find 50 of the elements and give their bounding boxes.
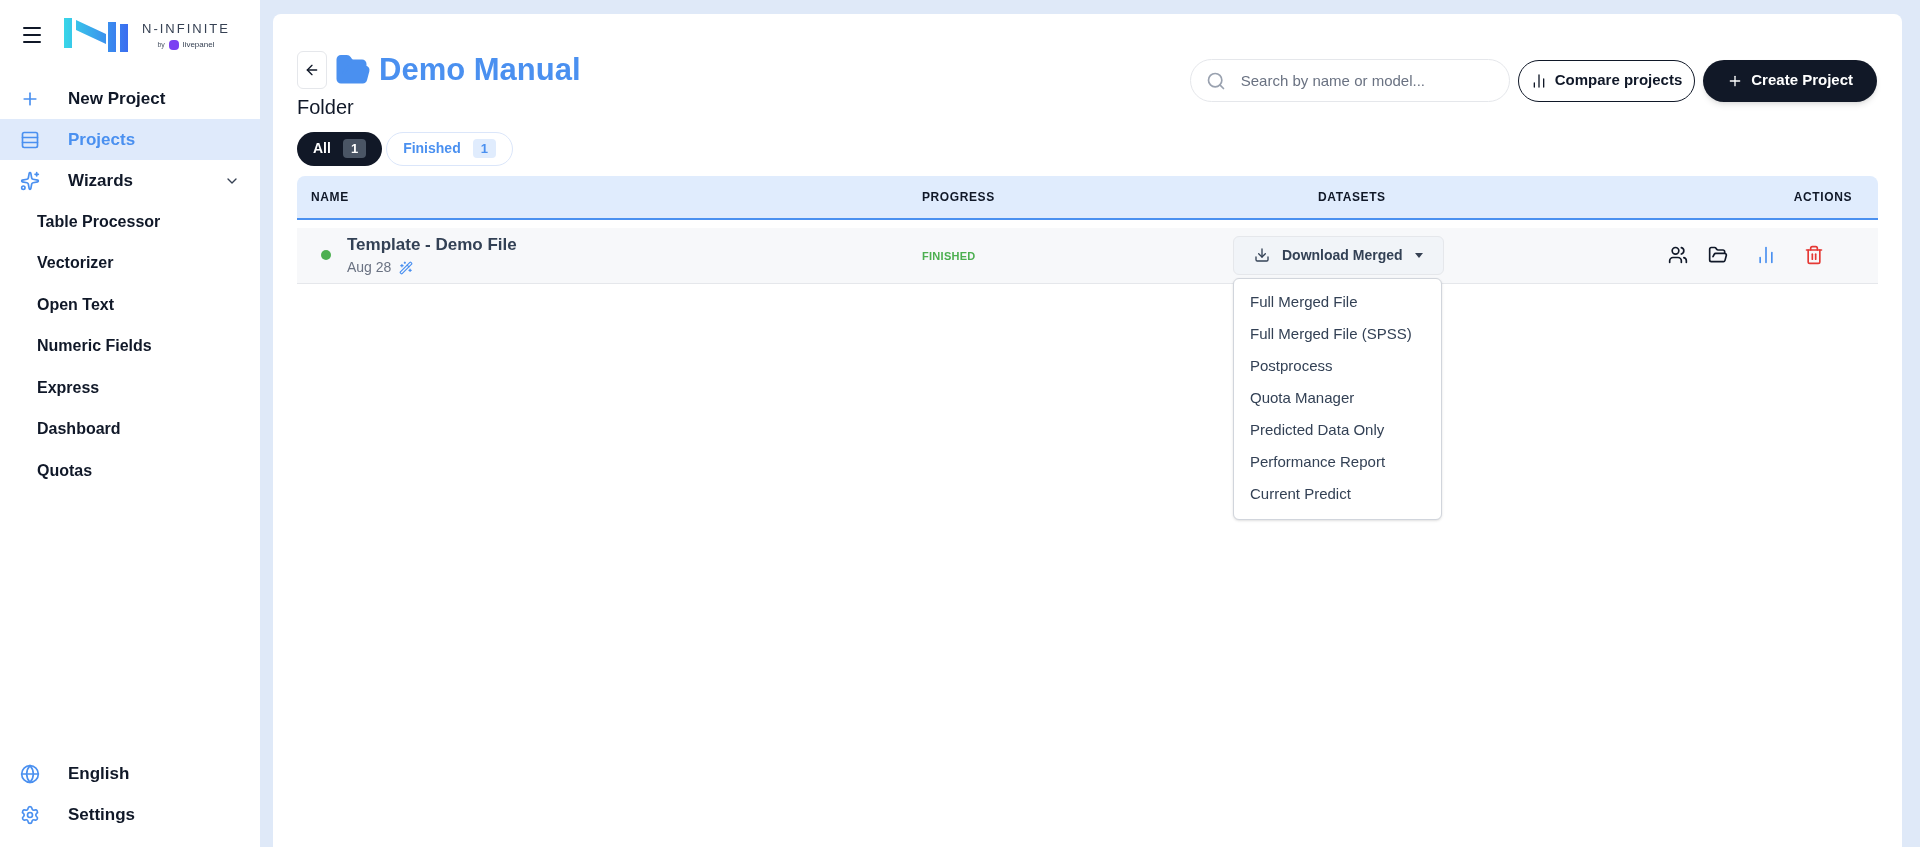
delete-icon[interactable] <box>1804 245 1824 265</box>
partner-name: livepanel <box>182 38 215 51</box>
project-date: Aug 28 <box>347 258 392 278</box>
footer-icon <box>20 804 40 825</box>
menu-item[interactable]: Current Predict <box>1234 478 1441 511</box>
nav-subitem[interactable]: Table Processor <box>0 201 260 243</box>
download-dropdown[interactable]: Download Merged <box>1233 235 1444 275</box>
project-name[interactable]: Template - Demo File <box>347 231 517 258</box>
partner-logo-icon <box>168 39 179 50</box>
caret-icon <box>1414 252 1423 258</box>
nav-subitem[interactable]: Express <box>0 367 260 409</box>
create-button[interactable]: Create Project <box>1703 59 1877 102</box>
nav-subitem[interactable]: Quotas <box>0 450 260 492</box>
count-badge: 1 <box>472 138 496 159</box>
nav-subitem[interactable]: Vectorizer <box>0 242 260 284</box>
nav-subitem[interactable]: Numeric Fields <box>0 325 260 367</box>
filter-tab[interactable]: All 1 <box>297 131 383 166</box>
column-header: NAME <box>311 189 349 204</box>
wand-icon <box>399 260 414 275</box>
count-badge: 1 <box>342 138 367 159</box>
menu-item[interactable]: Postprocess <box>1234 350 1441 383</box>
nav-item[interactable]: New Project <box>0 78 260 119</box>
menu-item[interactable]: Full Merged File <box>1234 286 1441 319</box>
footer-nav-item[interactable]: Settings <box>0 794 260 835</box>
folder-icon[interactable] <box>1708 245 1728 265</box>
footer-icon <box>20 763 40 784</box>
column-header: ACTIONS <box>1793 189 1852 204</box>
menu-item[interactable]: Performance Report <box>1234 446 1441 479</box>
nav-item[interactable]: Wizards <box>0 160 260 201</box>
download-icon <box>1254 247 1270 263</box>
logo-icon <box>64 16 130 54</box>
nav-icon <box>20 170 40 191</box>
search-icon <box>1205 71 1226 91</box>
column-header: DATASETS <box>1318 189 1386 204</box>
back-button[interactable] <box>297 51 327 90</box>
menu-item[interactable]: Full Merged File (SPSS) <box>1234 318 1441 351</box>
progress-status: FINISHED <box>922 250 976 262</box>
nav-icon <box>20 129 40 150</box>
menu-item[interactable]: Quota Manager <box>1234 382 1441 415</box>
column-header: PROGRESS <box>922 189 995 204</box>
brand-name: N-INFINITE <box>142 20 230 39</box>
footer-nav-item[interactable]: English <box>0 753 260 794</box>
page-subtitle: Folder <box>297 94 355 120</box>
nav-subitem[interactable]: Open Text <box>0 284 260 326</box>
page-title: Demo Manual <box>379 51 581 89</box>
nav-subitem[interactable]: Dashboard <box>0 408 260 450</box>
search-field[interactable]: Search by name or model... <box>1189 59 1510 102</box>
menu-item[interactable]: Predicted Data Only <box>1234 414 1441 447</box>
users-icon[interactable] <box>1668 245 1688 265</box>
chart-icon[interactable] <box>1756 245 1776 265</box>
